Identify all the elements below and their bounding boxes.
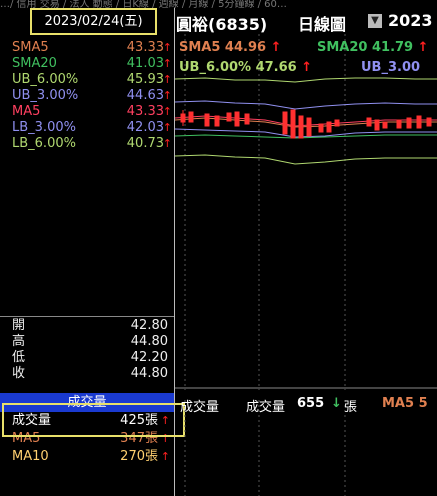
indicator-value: 41.03: [126, 56, 164, 71]
indicator-value: 45.93: [126, 72, 164, 87]
arrow-down-icon: ↓: [331, 396, 342, 411]
arrow-up-icon: ↑: [162, 73, 172, 86]
volume-legend-ma5: MA5 5: [382, 396, 428, 411]
indicator-label: MA5: [12, 104, 41, 119]
ohlc-label: 開: [12, 318, 26, 333]
volume-legend-unit: 張: [344, 400, 358, 415]
indicator-value: 43.33: [126, 104, 164, 119]
arrow-up-icon: ↑: [162, 105, 172, 118]
date-label: 2023/02/24(五): [30, 8, 157, 35]
indicator-row: LB_3.00% 42.03 ↑: [12, 120, 172, 136]
ohlc-label: 高: [12, 334, 26, 349]
arrow-up-icon: ↑: [162, 41, 172, 54]
volume-value: 270張: [120, 449, 158, 464]
indicator-label: UB_3.00%: [12, 88, 79, 103]
indicator-value: 44.63: [126, 88, 164, 103]
ohlc-divider: [0, 316, 174, 317]
ohlc-row: 高 44.80: [12, 334, 170, 350]
ohlc-label: 低: [12, 350, 26, 365]
ub6-line: [175, 77, 437, 83]
chevron-down-icon[interactable]: ▼: [368, 14, 382, 28]
legend-ub6: UB_6.00% 47.66 ↑: [179, 60, 312, 75]
indicator-value: 42.03: [126, 120, 164, 135]
indicator-row: MA5 43.33 ↑: [12, 104, 172, 120]
lb6-line: [175, 154, 437, 165]
ub3-line: [175, 100, 437, 110]
chart-header: 圓裕(6835) 日線圖 ▼ 2023: [176, 8, 437, 34]
indicator-label: SMA20: [12, 56, 57, 71]
indicator-row: UB_6.00% 45.93 ↑: [12, 72, 172, 88]
indicator-label: LB_3.00%: [12, 120, 76, 135]
ohlc-row: 低 42.20: [12, 350, 170, 366]
legend-ub3: UB_3.00: [361, 60, 420, 75]
volume-legend-title: 成交量: [180, 400, 220, 415]
arrow-up-icon: ↑: [417, 40, 429, 55]
indicator-label: LB_6.00%: [12, 136, 76, 151]
price-chart-svg: [175, 34, 437, 496]
chart-area[interactable]: SMA5 44.96 ↑ SMA20 41.79 ↑ UB_6.00% 47.6…: [175, 34, 437, 496]
indicator-row: UB_3.00% 44.63 ↑: [12, 88, 172, 104]
legend-ub6-label: UB_6.00% 47.66: [179, 60, 297, 75]
candlesticks: [180, 109, 432, 139]
arrow-up-icon: ↑: [162, 121, 172, 134]
ohlc-value: 42.20: [130, 350, 168, 365]
ohlc-value: 44.80: [130, 334, 168, 349]
arrow-up-icon: ↑: [270, 40, 282, 55]
ohlc-row: 開 42.80: [12, 318, 170, 334]
ohlc-label: 收: [12, 366, 26, 381]
indicator-row: LB_6.00% 40.73 ↑: [12, 136, 172, 152]
indicator-label: SMA5: [12, 40, 49, 55]
arrow-up-icon: ↑: [162, 89, 172, 102]
ohlc-value: 44.80: [130, 366, 168, 381]
arrow-up-icon: ↑: [301, 60, 313, 75]
indicator-value: 43.33: [126, 40, 164, 55]
ohlc-value: 42.80: [130, 318, 168, 333]
indicator-row: SMA5 43.33 ↑: [12, 40, 172, 56]
legend-sma20-label: SMA20 41.79: [317, 40, 414, 55]
legend-sma5-label: SMA5 44.96: [179, 40, 267, 55]
legend-ub3-label: UB_3.00: [361, 60, 421, 75]
indicator-row: SMA20 41.03 ↑: [12, 56, 172, 72]
legend-sma20: SMA20 41.79 ↑: [317, 40, 429, 55]
volume-label: MA10: [12, 449, 49, 464]
indicator-value: 40.73: [126, 136, 164, 151]
volume-row: MA10 270張 ↑: [12, 448, 172, 466]
year-label: 2023: [388, 11, 433, 30]
ohlc-row: 收 44.80: [12, 366, 170, 382]
arrow-up-icon: ↑: [160, 450, 170, 463]
indicator-label: UB_6.00%: [12, 72, 79, 87]
stock-name: 圓裕(6835): [176, 15, 268, 34]
volume-legend-label: 成交量: [246, 400, 286, 415]
volume-legend-value: 655: [297, 396, 325, 411]
arrow-up-icon: ↑: [162, 57, 172, 70]
chart-mode-label[interactable]: 日線圖: [298, 11, 346, 35]
legend-sma5: SMA5 44.96 ↑: [179, 40, 282, 55]
volume-highlight-box: [2, 403, 185, 437]
arrow-up-icon: ↑: [162, 137, 172, 150]
